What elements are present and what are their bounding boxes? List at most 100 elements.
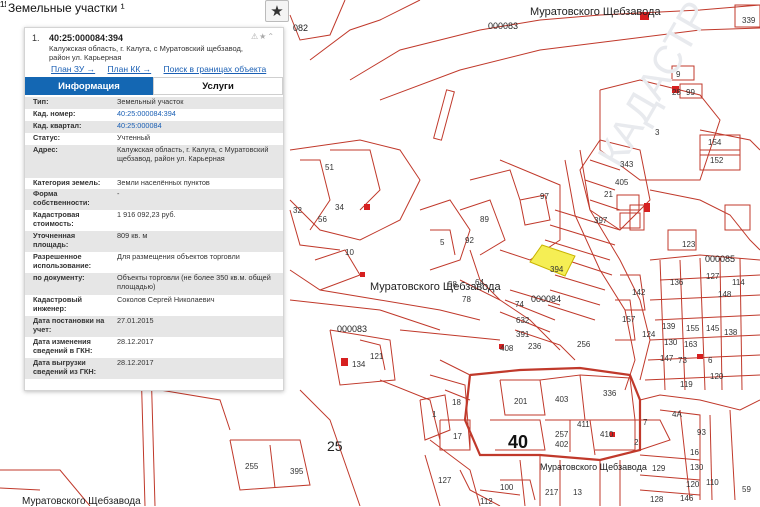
plot-number: 411 bbox=[577, 420, 590, 429]
attribute-row: Кадастровая стоимость: 1 916 092,23 руб. bbox=[25, 210, 283, 231]
plot-number: 145 bbox=[706, 324, 720, 333]
attribute-key: Дата изменения сведений в ГКН: bbox=[33, 337, 93, 355]
plot-number: 255 bbox=[245, 462, 259, 471]
plot-number: 405 bbox=[615, 178, 629, 187]
plot-number: 130 bbox=[664, 338, 678, 347]
attribute-row: Статус: Учтенный bbox=[25, 133, 283, 145]
cad-number-title[interactable]: 40:25:000084:394 bbox=[49, 33, 123, 43]
attribute-row: Тип: Земельный участок bbox=[25, 97, 283, 109]
item-number: 1. bbox=[32, 33, 40, 43]
attribute-key: Дата постановки на учет: bbox=[33, 316, 105, 334]
quarter-label: 000085 bbox=[705, 254, 736, 264]
collapse-icon[interactable]: ⌃ bbox=[267, 32, 275, 41]
plot-number: 89 bbox=[480, 215, 489, 224]
warning-icon[interactable]: ⚠ bbox=[251, 32, 259, 41]
attribute-value: Учтенный bbox=[117, 133, 151, 142]
place-label-low: Муратовского Щебзавода bbox=[540, 462, 647, 472]
panel-title: Земельные участки ¹ bbox=[6, 0, 129, 17]
attribute-value[interactable]: 40:25:000084 bbox=[117, 121, 277, 131]
plot-number: 130 bbox=[690, 463, 704, 472]
plot-number: 74 bbox=[515, 300, 524, 309]
plot-number: 13 bbox=[573, 488, 582, 497]
plot-number: 58 bbox=[448, 280, 457, 289]
quarter-label: 000084 bbox=[531, 294, 562, 304]
attribute-key: Дата выгрузки сведений из ГКН: bbox=[33, 358, 97, 376]
plot-number: 343 bbox=[620, 160, 634, 169]
attribute-value: 809 кв. м bbox=[117, 231, 148, 240]
plot-number: 236 bbox=[528, 342, 542, 351]
plot-number: 28 bbox=[672, 88, 681, 97]
plot-number: 99 bbox=[686, 88, 695, 97]
attribute-value: Земли населённых пунктов bbox=[117, 178, 210, 187]
attribute-row: Кад. квартал: 40:25:000084 bbox=[25, 121, 283, 133]
plot-number: 147 bbox=[660, 354, 674, 363]
plot-number: 2 bbox=[634, 438, 639, 447]
plot-number: 121 bbox=[370, 352, 384, 361]
plot-number: 129 bbox=[652, 464, 666, 473]
plot-number: 59 bbox=[742, 485, 751, 494]
plot-number: 112 bbox=[480, 497, 493, 506]
plot-number: 152 bbox=[710, 156, 724, 165]
plot-number: 201 bbox=[514, 397, 528, 406]
attribute-row: Дата изменения сведений в ГКН: 28.12.2017 bbox=[25, 337, 283, 358]
tab-services[interactable]: Услуги bbox=[153, 77, 283, 95]
attribute-key: Кад. номер: bbox=[33, 109, 76, 118]
attribute-key: Кадастровый инженер: bbox=[33, 295, 83, 313]
attribute-row: Дата постановки на учет: 27.01.2015 bbox=[25, 316, 283, 337]
plot-number: 397 bbox=[594, 216, 608, 225]
plan-kk-link[interactable]: План КК → bbox=[108, 64, 152, 74]
plot-number: 100 bbox=[500, 483, 514, 492]
card-header: 1. 40:25:000084:394 Калужская область, г… bbox=[25, 28, 283, 84]
plot-number: 120 bbox=[686, 480, 700, 489]
plot-number: 632 bbox=[516, 316, 530, 325]
plot-number: 157 bbox=[622, 315, 636, 324]
header-icons[interactable]: ⚠★⌃ bbox=[251, 32, 275, 41]
plot-number: 146 bbox=[680, 494, 694, 503]
plot-number: 155 bbox=[686, 324, 700, 333]
attribute-row: Кад. номер: 40:25:000084:394 bbox=[25, 109, 283, 121]
plot-number: 5 bbox=[440, 238, 445, 247]
plot-number: 124 bbox=[642, 330, 656, 339]
attribute-key: Адрес: bbox=[33, 145, 58, 154]
plot-number: 339 bbox=[742, 16, 756, 25]
plot-number: 142 bbox=[632, 288, 646, 297]
attribute-value: Соколов Сергей Николаевич bbox=[117, 295, 215, 304]
plot-number: 119 bbox=[680, 380, 693, 389]
plot-number: 17 bbox=[453, 432, 462, 441]
header-address: Калужская область, г. Калуга, с Муратовс… bbox=[49, 44, 243, 62]
plot-number: 7 bbox=[643, 418, 648, 427]
attribute-value: Объекты торговли (не более 350 кв.м. общ… bbox=[117, 273, 271, 291]
attribute-key: Уточненная площадь: bbox=[33, 231, 76, 249]
attribute-value: Для размещения объектов торговли bbox=[117, 252, 240, 261]
tab-information[interactable]: Информация bbox=[25, 77, 153, 95]
plot-number: 408 bbox=[500, 344, 514, 353]
attribute-key: по документу: bbox=[33, 273, 85, 282]
attribute-value: - bbox=[117, 189, 120, 198]
attribute-key: Тип: bbox=[33, 97, 49, 106]
plot-number: 4А bbox=[672, 410, 682, 419]
plot-number: 97 bbox=[540, 192, 549, 201]
attribute-value[interactable]: 40:25:000084:394 bbox=[117, 109, 277, 119]
attribute-row: Уточненная площадь: 809 кв. м bbox=[25, 231, 283, 252]
plan-zu-link[interactable]: План ЗУ → bbox=[51, 64, 95, 74]
plot-number: 21 bbox=[604, 190, 613, 199]
plot-number: 148 bbox=[718, 290, 732, 299]
attribute-row: Разрешенное использование: Для размещения… bbox=[25, 252, 283, 273]
attribute-row: Кадастровый инженер: Соколов Сергей Никол… bbox=[25, 295, 283, 316]
attribute-row: Форма собственности: - bbox=[25, 189, 283, 210]
favorite-button[interactable]: ★ bbox=[265, 0, 289, 22]
attribute-value: 28.12.2017 bbox=[117, 337, 154, 346]
attribute-key: Кад. квартал: bbox=[33, 121, 82, 130]
attribute-key: Форма собственности: bbox=[33, 189, 90, 207]
attribute-value: 28.12.2017 bbox=[117, 358, 154, 367]
star-icon: ★ bbox=[270, 2, 284, 20]
plot-number: 32 bbox=[293, 206, 302, 215]
quarter-label: 000083 bbox=[337, 324, 368, 334]
attribute-row: по документу: Объекты торговли (не более … bbox=[25, 273, 283, 295]
plot-number: 110 bbox=[706, 478, 719, 487]
quarter-label: 082 bbox=[293, 23, 309, 33]
plot-number: 123 bbox=[682, 240, 696, 249]
plot-number: 18 bbox=[452, 398, 461, 407]
attribute-row: Адрес: Калужская область, г. Калуга, с Му… bbox=[25, 145, 283, 178]
plot-number: 256 bbox=[577, 340, 591, 349]
